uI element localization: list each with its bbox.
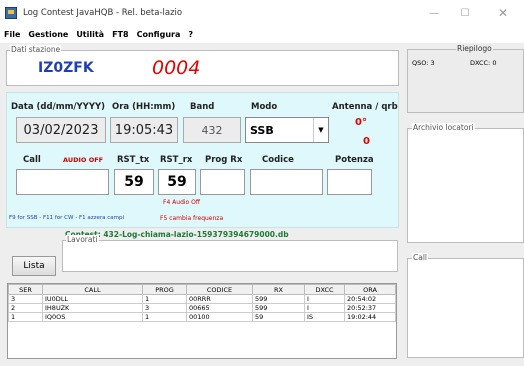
column-header-ora[interactable]: ORA	[344, 284, 396, 295]
f5-hint: F5 cambia frequenza	[160, 215, 224, 222]
close-button[interactable]: ✕	[488, 0, 518, 26]
time-field[interactable]: 19:05:43	[110, 117, 178, 143]
codice-input[interactable]	[250, 169, 323, 195]
column-header-call[interactable]: CALL	[42, 284, 143, 295]
call-label: Call	[23, 155, 41, 165]
time-label: Ora (HH:mm)	[112, 102, 176, 112]
menu-utilita[interactable]: Utilità	[76, 30, 104, 39]
f4-hint: F4 Audio Off	[163, 199, 200, 206]
cell-ser: 3	[8, 294, 43, 304]
column-header-dxcc[interactable]: DXCC	[304, 284, 345, 295]
station-group: Dati stazione IZ0ZFK 0004	[6, 45, 399, 86]
station-callsign: IZ0ZFK	[38, 60, 94, 76]
column-header-rx[interactable]: RX	[252, 284, 305, 295]
rst-rx-label: RST_rx	[160, 155, 193, 165]
column-header-prog[interactable]: PROG	[142, 284, 187, 295]
cell-dxcc: I	[304, 294, 345, 304]
table-row[interactable]: 3 IU0DLL 1 00RRR 599 I 20:54:02	[8, 294, 396, 304]
mode-select[interactable]: SSB ▼	[245, 117, 329, 143]
antenna-value: 0°	[355, 117, 367, 128]
title-bar: Log Contest JavaHQB - Rel. beta-lazio — …	[0, 0, 524, 26]
cell-ser: 1	[8, 312, 43, 322]
band-label: Band	[190, 102, 215, 112]
cell-prog: 3	[142, 303, 187, 313]
locator-archive-title: Archivio locatori	[412, 123, 475, 132]
station-group-title: Dati stazione	[10, 45, 62, 54]
call-panel-title: Call	[412, 253, 429, 262]
column-header-ser[interactable]: SER	[8, 284, 43, 295]
summary-title: Riepilogo	[456, 44, 493, 53]
table-header-row: SER CALL PROG CODICE RX DXCC ORA	[8, 284, 396, 295]
date-label: Data (dd/mm/YYYY)	[11, 102, 106, 112]
cell-ora: 20:54:02	[344, 294, 396, 304]
cell-prog: 1	[142, 312, 187, 322]
cell-codice: 00665	[186, 303, 253, 313]
app-icon	[5, 7, 17, 19]
summary-group: Riepilogo QSO: 3 DXCC: 0	[407, 44, 524, 113]
cell-dxcc: I	[304, 303, 345, 313]
column-header-codice[interactable]: CODICE	[186, 284, 253, 295]
potenza-input[interactable]	[327, 169, 372, 195]
menu-help[interactable]: ?	[188, 30, 193, 39]
worked-group-title: Lavorati	[66, 235, 99, 244]
summary-qso: QSO: 3	[412, 59, 435, 67]
qso-counter: 0004	[152, 57, 201, 79]
lista-button[interactable]: Lista	[12, 256, 56, 276]
cell-ser: 2	[8, 303, 43, 313]
rst-rx-input[interactable]: 59	[158, 169, 196, 195]
cell-rx: 599	[252, 303, 305, 313]
menu-file[interactable]: File	[4, 30, 20, 39]
keys-hint: F9 for SSB - F11 for CW - F1 azzera camp…	[9, 215, 125, 221]
minimize-button[interactable]: —	[419, 0, 449, 26]
cell-codice: 00RRR	[186, 294, 253, 304]
rst-tx-input[interactable]: 59	[114, 169, 154, 195]
antenna-label: Antenna / qrb	[332, 102, 398, 112]
prog-rx-label: Prog Rx	[205, 155, 243, 165]
summary-dxcc: DXCC: 0	[470, 59, 497, 67]
call-panel: Call	[407, 253, 524, 358]
cell-ora: 19:02:44	[344, 312, 396, 322]
mode-label: Modo	[251, 102, 278, 112]
cell-rx: 599	[252, 294, 305, 304]
qso-table[interactable]: SER CALL PROG CODICE RX DXCC ORA 3 IU0DL…	[7, 283, 397, 359]
menu-bar: File Gestione Utilità FT8 Configura ?	[0, 26, 524, 42]
window-title: Log Contest JavaHQB - Rel. beta-lazio	[23, 8, 183, 18]
contest-file-name: Contest: 432-Log-chiama-lazio-1593793946…	[65, 230, 289, 239]
locator-archive-group: Archivio locatori	[407, 123, 524, 243]
rst-tx-label: RST_tx	[117, 155, 150, 165]
chevron-down-icon[interactable]: ▼	[313, 118, 328, 142]
qso-entry-panel: Data (dd/mm/YYYY) Ora (HH:mm) Band Modo …	[6, 92, 399, 228]
cell-codice: 00100	[186, 312, 253, 322]
table-row[interactable]: 2 IH8UZK 3 00665 599 I 20:52:37	[8, 303, 396, 313]
cell-call: IQ0OS	[42, 312, 143, 322]
mode-select-value: SSB	[250, 123, 274, 137]
audio-off-indicator: AUDIO OFF	[63, 156, 104, 164]
cell-call: IU0DLL	[42, 294, 143, 304]
band-field[interactable]: 432	[183, 117, 241, 143]
date-field[interactable]: 03/02/2023	[16, 117, 106, 143]
menu-configura[interactable]: Configura	[137, 30, 181, 39]
menu-gestione[interactable]: Gestione	[28, 30, 68, 39]
prog-rx-input[interactable]	[200, 169, 245, 195]
cell-dxcc: IS	[304, 312, 345, 322]
worked-group: Lavorati	[62, 235, 398, 272]
cell-ora: 20:52:37	[344, 303, 396, 313]
call-input[interactable]	[16, 169, 109, 195]
cell-prog: 1	[142, 294, 187, 304]
cell-rx: 59	[252, 312, 305, 322]
cell-call: IH8UZK	[42, 303, 143, 313]
qrb-value: 0	[363, 136, 370, 147]
table-row[interactable]: 1 IQ0OS 1 00100 59 IS 19:02:44	[8, 312, 396, 322]
codice-label: Codice	[262, 155, 294, 165]
menu-ft8[interactable]: FT8	[112, 30, 129, 39]
potenza-label: Potenza	[335, 155, 374, 165]
maximize-button[interactable]: ☐	[450, 0, 480, 26]
